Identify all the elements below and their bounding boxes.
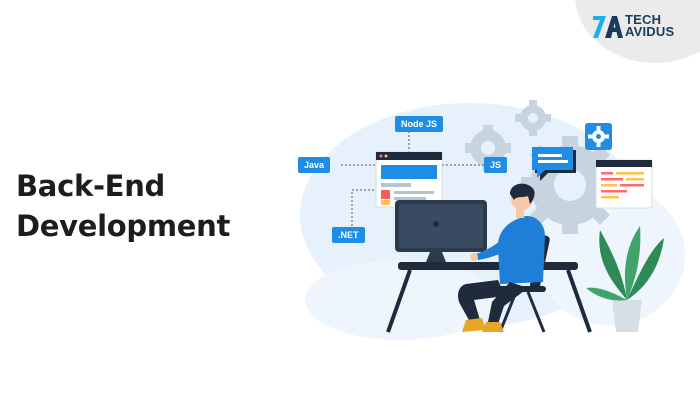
- backend-illustration: [300, 100, 685, 340]
- tag-nodejs: Node JS: [395, 116, 444, 132]
- code-window-icon: [595, 159, 653, 209]
- tech-avidus-7a-logo-mark: [593, 16, 623, 38]
- page-title-line-2: Development: [16, 209, 231, 243]
- logo-text-avidus: AVIDUS: [625, 24, 675, 39]
- settings-badge-icon: [585, 123, 612, 150]
- browser-window-icon: [375, 151, 443, 208]
- tag-dotnet: .NET: [332, 227, 365, 243]
- page-title-line-1: Back-End: [16, 169, 166, 203]
- tech-avidus-logo[interactable]: TECH AVIDUS: [592, 12, 674, 40]
- tag-java: Java: [298, 157, 331, 173]
- page-title: Back-End Development: [16, 166, 230, 246]
- tag-js: JS: [484, 157, 508, 173]
